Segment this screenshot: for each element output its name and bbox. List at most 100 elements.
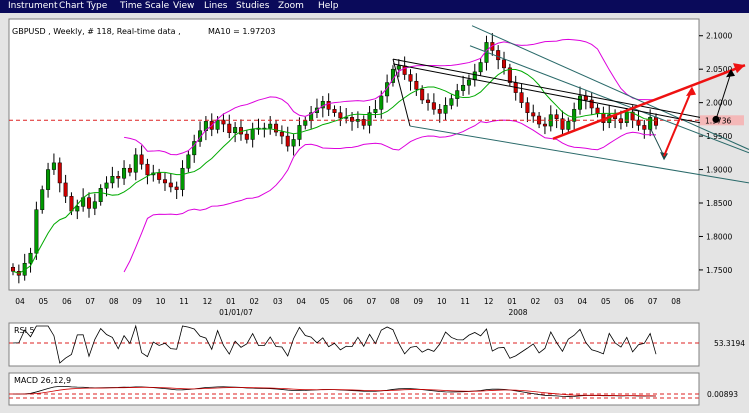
candle-body xyxy=(86,197,91,209)
x-tick-label: 04 xyxy=(296,297,306,306)
chart-svg: 2.10002.05002.00001.95001.90001.85001.80… xyxy=(8,18,749,406)
candle-body xyxy=(139,154,144,165)
y-tick-label: 1.8000 xyxy=(706,232,732,241)
candle-body xyxy=(303,120,308,126)
x-tick-label: 08 xyxy=(109,297,119,306)
candle-body xyxy=(455,90,460,99)
candle-body xyxy=(583,95,588,101)
candle-body xyxy=(595,107,600,114)
x-tick-label: 07 xyxy=(86,297,96,306)
y-tick-label: 2.0000 xyxy=(706,99,732,108)
price-panel xyxy=(8,18,700,291)
candle-body xyxy=(10,266,16,272)
x-tick-label: 09 xyxy=(414,297,424,306)
candle-body xyxy=(238,127,243,135)
candle-body xyxy=(250,129,255,140)
candle-body xyxy=(122,167,127,179)
candle-body xyxy=(519,92,524,103)
candle-body xyxy=(531,112,536,117)
candle-body xyxy=(145,163,150,176)
x-tick-label: 02 xyxy=(250,297,260,306)
candle-body xyxy=(291,139,296,147)
candle-body xyxy=(466,79,471,86)
x-tick-label: 12 xyxy=(203,297,213,306)
x-tick-label: 03 xyxy=(554,297,564,306)
x-tick-label: 05 xyxy=(320,297,330,306)
y-tick-label: 2.1000 xyxy=(706,32,732,41)
candle-body xyxy=(379,95,384,110)
ma-label: MA10 = 1.97203 xyxy=(208,27,275,36)
x-year-label: 01/01/07 xyxy=(219,308,253,317)
candle-body xyxy=(414,80,419,90)
y-tick-label: 2.0500 xyxy=(706,65,732,74)
candle-body xyxy=(57,162,62,184)
candle-body xyxy=(75,206,80,212)
projection-path-right xyxy=(715,72,732,120)
candle-body xyxy=(554,114,559,119)
x-tick-label: 03 xyxy=(273,297,283,306)
candle-body xyxy=(34,209,39,254)
candle-body xyxy=(28,252,33,264)
x-tick-label: 12 xyxy=(484,297,494,306)
x-tick-label: 09 xyxy=(132,297,142,306)
x-tick-label: 05 xyxy=(601,297,611,306)
candle-body xyxy=(624,111,629,123)
candle-body xyxy=(642,125,647,130)
x-year-label: 2008 xyxy=(508,308,527,317)
candle-body xyxy=(578,95,583,110)
candle-body xyxy=(279,131,284,137)
macd-level-label: 0.00893 xyxy=(707,390,738,399)
candle-body xyxy=(332,109,337,113)
candle-body xyxy=(478,62,483,73)
candle-body xyxy=(461,84,466,91)
candle-body xyxy=(244,133,249,140)
candle-body xyxy=(157,172,162,180)
pivot-point-marker xyxy=(712,115,720,123)
x-tick-label: 10 xyxy=(437,297,447,306)
candle-body xyxy=(127,167,132,173)
y-tick-label: 1.8500 xyxy=(706,199,732,208)
x-tick-label: 02 xyxy=(531,297,541,306)
candle-body xyxy=(274,123,279,133)
candle-body xyxy=(168,182,173,188)
candle-body xyxy=(373,109,378,113)
x-tick-label: 08 xyxy=(390,297,400,306)
candle-body xyxy=(233,127,238,134)
candle-body xyxy=(449,98,454,106)
x-tick-label: 04 xyxy=(578,297,588,306)
x-tick-label: 10 xyxy=(156,297,166,306)
x-tick-label: 07 xyxy=(648,297,658,306)
x-tick-label: 08 xyxy=(671,297,681,306)
candle-body xyxy=(174,186,179,190)
rsi-level-label: 53.3194 xyxy=(714,339,745,348)
macd-label: MACD 26,12,9 xyxy=(14,376,71,385)
candle-body xyxy=(69,196,74,212)
candle-body xyxy=(40,189,45,210)
candle-body xyxy=(525,102,530,113)
candle-body xyxy=(326,101,331,110)
x-tick-label: 01 xyxy=(226,297,236,306)
x-tick-label: 05 xyxy=(39,297,49,306)
candle-body xyxy=(566,121,571,130)
candle-body xyxy=(572,109,577,122)
y-tick-label: 1.9000 xyxy=(706,166,732,175)
x-tick-label: 04 xyxy=(15,297,25,306)
x-tick-label: 11 xyxy=(460,297,470,306)
macd-panel xyxy=(8,372,700,406)
candle-body xyxy=(589,99,594,109)
x-tick-label: 07 xyxy=(367,297,377,306)
candle-body xyxy=(63,182,68,197)
x-tick-label: 06 xyxy=(62,297,72,306)
candle-body xyxy=(186,154,191,169)
x-tick-label: 11 xyxy=(179,297,189,306)
y-tick-label: 1.7500 xyxy=(706,266,732,275)
candle-body xyxy=(104,182,109,189)
candle-body xyxy=(496,50,501,61)
candle-body xyxy=(653,117,659,126)
candle-body xyxy=(51,162,56,170)
candle-body xyxy=(431,102,436,110)
x-tick-label: 01 xyxy=(507,297,517,306)
candle-body xyxy=(426,99,431,103)
candle-body xyxy=(338,112,343,119)
candle-body xyxy=(162,179,167,184)
